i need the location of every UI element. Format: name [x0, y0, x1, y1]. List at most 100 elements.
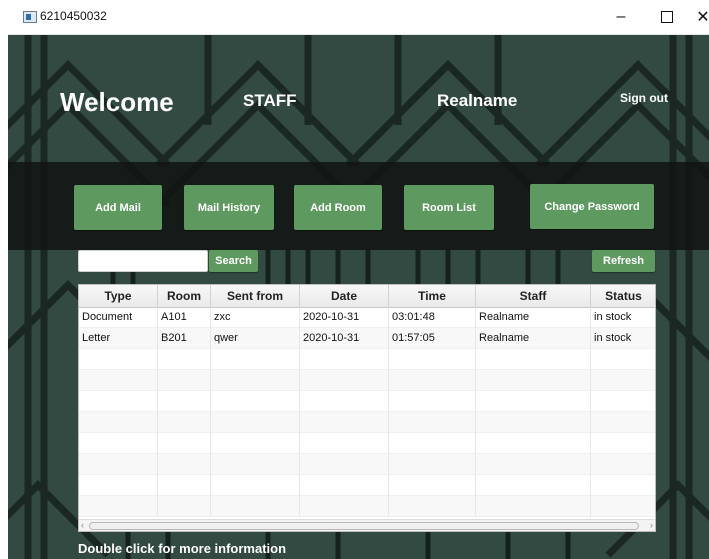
- empty-cell: [591, 496, 655, 517]
- welcome-heading: Welcome: [60, 87, 174, 117]
- cell-status: in stock: [591, 328, 655, 349]
- title-bar: 6210450032 – ✕: [8, 0, 709, 35]
- hint-text: Double click for more information: [78, 541, 287, 556]
- empty-cell: [79, 370, 158, 391]
- empty-cell: [300, 496, 389, 517]
- empty-cell: [476, 454, 591, 475]
- table-row[interactable]: Document A101 zxc 2020-10-31 03:01:48 Re…: [79, 307, 655, 328]
- empty-cell: [300, 370, 389, 391]
- scrollbar-thumb[interactable]: [89, 522, 639, 530]
- empty-cell: [389, 412, 476, 433]
- empty-cell: [300, 433, 389, 454]
- empty-cell: [79, 475, 158, 496]
- mail-history-button[interactable]: Mail History: [184, 185, 274, 230]
- cell-type: Document: [79, 307, 158, 328]
- close-button[interactable]: ✕: [680, 0, 709, 34]
- empty-cell: [591, 475, 655, 496]
- empty-cell: [389, 370, 476, 391]
- cell-room: A101: [158, 307, 211, 328]
- empty-cell: [211, 496, 300, 517]
- cell-time: 01:57:05: [389, 328, 476, 349]
- empty-cell: [158, 391, 211, 412]
- empty-cell: [79, 412, 158, 433]
- empty-cell: [591, 349, 655, 370]
- change-password-button[interactable]: Change Password: [530, 184, 654, 229]
- minimize-icon: –: [616, 8, 626, 25]
- empty-cell: [211, 391, 300, 412]
- empty-cell: [476, 391, 591, 412]
- empty-cell: [158, 349, 211, 370]
- window-title: 6210450032: [40, 9, 107, 23]
- search-input[interactable]: [78, 250, 208, 272]
- scroll-left-icon[interactable]: ‹: [81, 520, 84, 531]
- empty-cell: [211, 475, 300, 496]
- add-room-button[interactable]: Add Room: [294, 185, 382, 230]
- empty-cell: [158, 454, 211, 475]
- empty-cell: [476, 412, 591, 433]
- empty-cell: [211, 370, 300, 391]
- horizontal-scrollbar[interactable]: ‹ ›: [79, 519, 655, 531]
- empty-cell: [591, 433, 655, 454]
- column-header-room[interactable]: Room: [158, 285, 211, 307]
- empty-cell: [158, 475, 211, 496]
- empty-cell: [300, 475, 389, 496]
- cell-staff: Realname: [476, 328, 591, 349]
- empty-table-row: [79, 475, 655, 496]
- maximize-icon: [661, 11, 673, 23]
- scroll-right-icon[interactable]: ›: [650, 520, 653, 531]
- empty-cell: [591, 412, 655, 433]
- empty-cell: [79, 496, 158, 517]
- empty-table-row: [79, 496, 655, 517]
- column-header-time[interactable]: Time: [389, 285, 476, 307]
- empty-table-row: [79, 370, 655, 391]
- empty-cell: [211, 349, 300, 370]
- app-icon: [23, 11, 37, 23]
- empty-cell: [389, 349, 476, 370]
- empty-cell: [300, 454, 389, 475]
- empty-table-row: [79, 433, 655, 454]
- column-header-status[interactable]: Status: [591, 285, 655, 307]
- empty-cell: [79, 391, 158, 412]
- column-header-type[interactable]: Type: [79, 285, 158, 307]
- empty-cell: [158, 496, 211, 517]
- empty-cell: [158, 433, 211, 454]
- empty-cell: [476, 349, 591, 370]
- empty-cell: [389, 496, 476, 517]
- empty-cell: [79, 349, 158, 370]
- close-icon: ✕: [696, 9, 709, 26]
- sign-out-link[interactable]: Sign out: [620, 91, 668, 105]
- mail-table[interactable]: Type Room Sent from Date Time Staff Stat…: [78, 284, 656, 532]
- empty-cell: [591, 454, 655, 475]
- column-header-staff[interactable]: Staff: [476, 285, 591, 307]
- role-label: STAFF: [243, 91, 297, 110]
- search-button[interactable]: Search: [209, 250, 258, 272]
- empty-table-row: [79, 391, 655, 412]
- minimize-button[interactable]: –: [598, 0, 644, 34]
- table-row[interactable]: Letter B201 qwer 2020-10-31 01:57:05 Rea…: [79, 328, 655, 349]
- column-header-sent-from[interactable]: Sent from: [211, 285, 300, 307]
- add-mail-button[interactable]: Add Mail: [74, 185, 162, 230]
- cell-date: 2020-10-31: [300, 307, 389, 328]
- empty-cell: [389, 433, 476, 454]
- cell-status: in stock: [591, 307, 655, 328]
- cell-date: 2020-10-31: [300, 328, 389, 349]
- empty-cell: [158, 412, 211, 433]
- empty-cell: [158, 370, 211, 391]
- empty-cell: [591, 370, 655, 391]
- column-header-date[interactable]: Date: [300, 285, 389, 307]
- cell-type: Letter: [79, 328, 158, 349]
- empty-cell: [211, 454, 300, 475]
- empty-cell: [476, 433, 591, 454]
- empty-cell: [389, 391, 476, 412]
- empty-table-row: [79, 454, 655, 475]
- cell-room: B201: [158, 328, 211, 349]
- table-header: Type Room Sent from Date Time Staff Stat…: [79, 285, 655, 308]
- room-list-button[interactable]: Room List: [404, 185, 494, 230]
- empty-cell: [389, 454, 476, 475]
- cell-sent-from: qwer: [211, 328, 300, 349]
- empty-cell: [300, 349, 389, 370]
- cell-time: 03:01:48: [389, 307, 476, 328]
- main-content: Welcome STAFF Realname Sign out Add Mail…: [8, 35, 709, 559]
- cell-sent-from: zxc: [211, 307, 300, 328]
- refresh-button[interactable]: Refresh: [592, 250, 655, 272]
